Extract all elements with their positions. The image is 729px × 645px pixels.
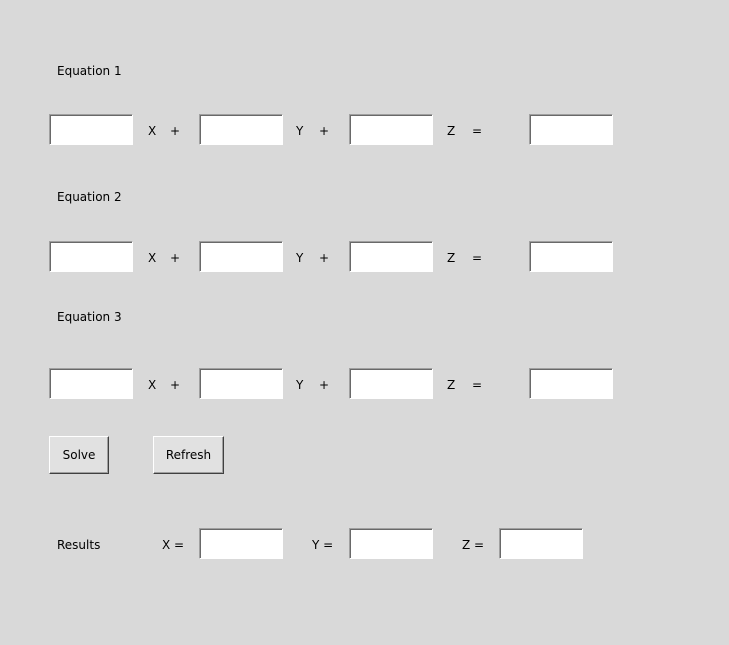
results-label: Results	[57, 538, 101, 552]
equation-1-z-label: Z	[447, 124, 456, 138]
equation-3-plus-sign: +	[170, 378, 181, 392]
equation-2-x-label: X	[148, 251, 157, 265]
equation-2-x-coef-field[interactable]	[49, 241, 133, 272]
equation-3-y-label: Y	[296, 378, 304, 392]
equation-1-y-label: Y	[296, 124, 304, 138]
equation-1-y-coef-field[interactable]	[199, 114, 283, 145]
equation-1-plus-sign: +	[170, 124, 181, 138]
result-x-label: X =	[162, 538, 185, 552]
result-y-label: Y =	[312, 538, 334, 552]
equation-3-y-coef-field[interactable]	[199, 368, 283, 399]
equation-2-plus-sign: +	[319, 251, 330, 265]
result-x-field[interactable]	[199, 528, 283, 559]
result-z-label: Z =	[462, 538, 485, 552]
refresh-button[interactable]: Refresh	[153, 436, 224, 474]
equation-2-y-coef-field[interactable]	[199, 241, 283, 272]
equation-3-plus-sign: +	[319, 378, 330, 392]
equation-2-z-label: Z	[447, 251, 456, 265]
equation-2-title: Equation 2	[57, 190, 122, 204]
equation-2-equals-sign: =	[472, 251, 483, 265]
equation-2-z-coef-field[interactable]	[349, 241, 433, 272]
equation-3-x-label: X	[148, 378, 157, 392]
equation-1-x-label: X	[148, 124, 157, 138]
equation-1-equals-sign: =	[472, 124, 483, 138]
equation-3-constant-field[interactable]	[529, 368, 613, 399]
equation-2-constant-field[interactable]	[529, 241, 613, 272]
solve-button[interactable]: Solve	[49, 436, 109, 474]
equation-1-z-coef-field[interactable]	[349, 114, 433, 145]
equation-3-x-coef-field[interactable]	[49, 368, 133, 399]
equation-3-z-label: Z	[447, 378, 456, 392]
result-y-field[interactable]	[349, 528, 433, 559]
result-z-field[interactable]	[499, 528, 583, 559]
equation-2-plus-sign: +	[170, 251, 181, 265]
equation-1-constant-field[interactable]	[529, 114, 613, 145]
equation-1-plus-sign: +	[319, 124, 330, 138]
equation-1-x-coef-field[interactable]	[49, 114, 133, 145]
equation-3-title: Equation 3	[57, 310, 122, 324]
equation-3-z-coef-field[interactable]	[349, 368, 433, 399]
equation-1-title: Equation 1	[57, 64, 122, 78]
equation-2-y-label: Y	[296, 251, 304, 265]
equation-3-equals-sign: =	[472, 378, 483, 392]
